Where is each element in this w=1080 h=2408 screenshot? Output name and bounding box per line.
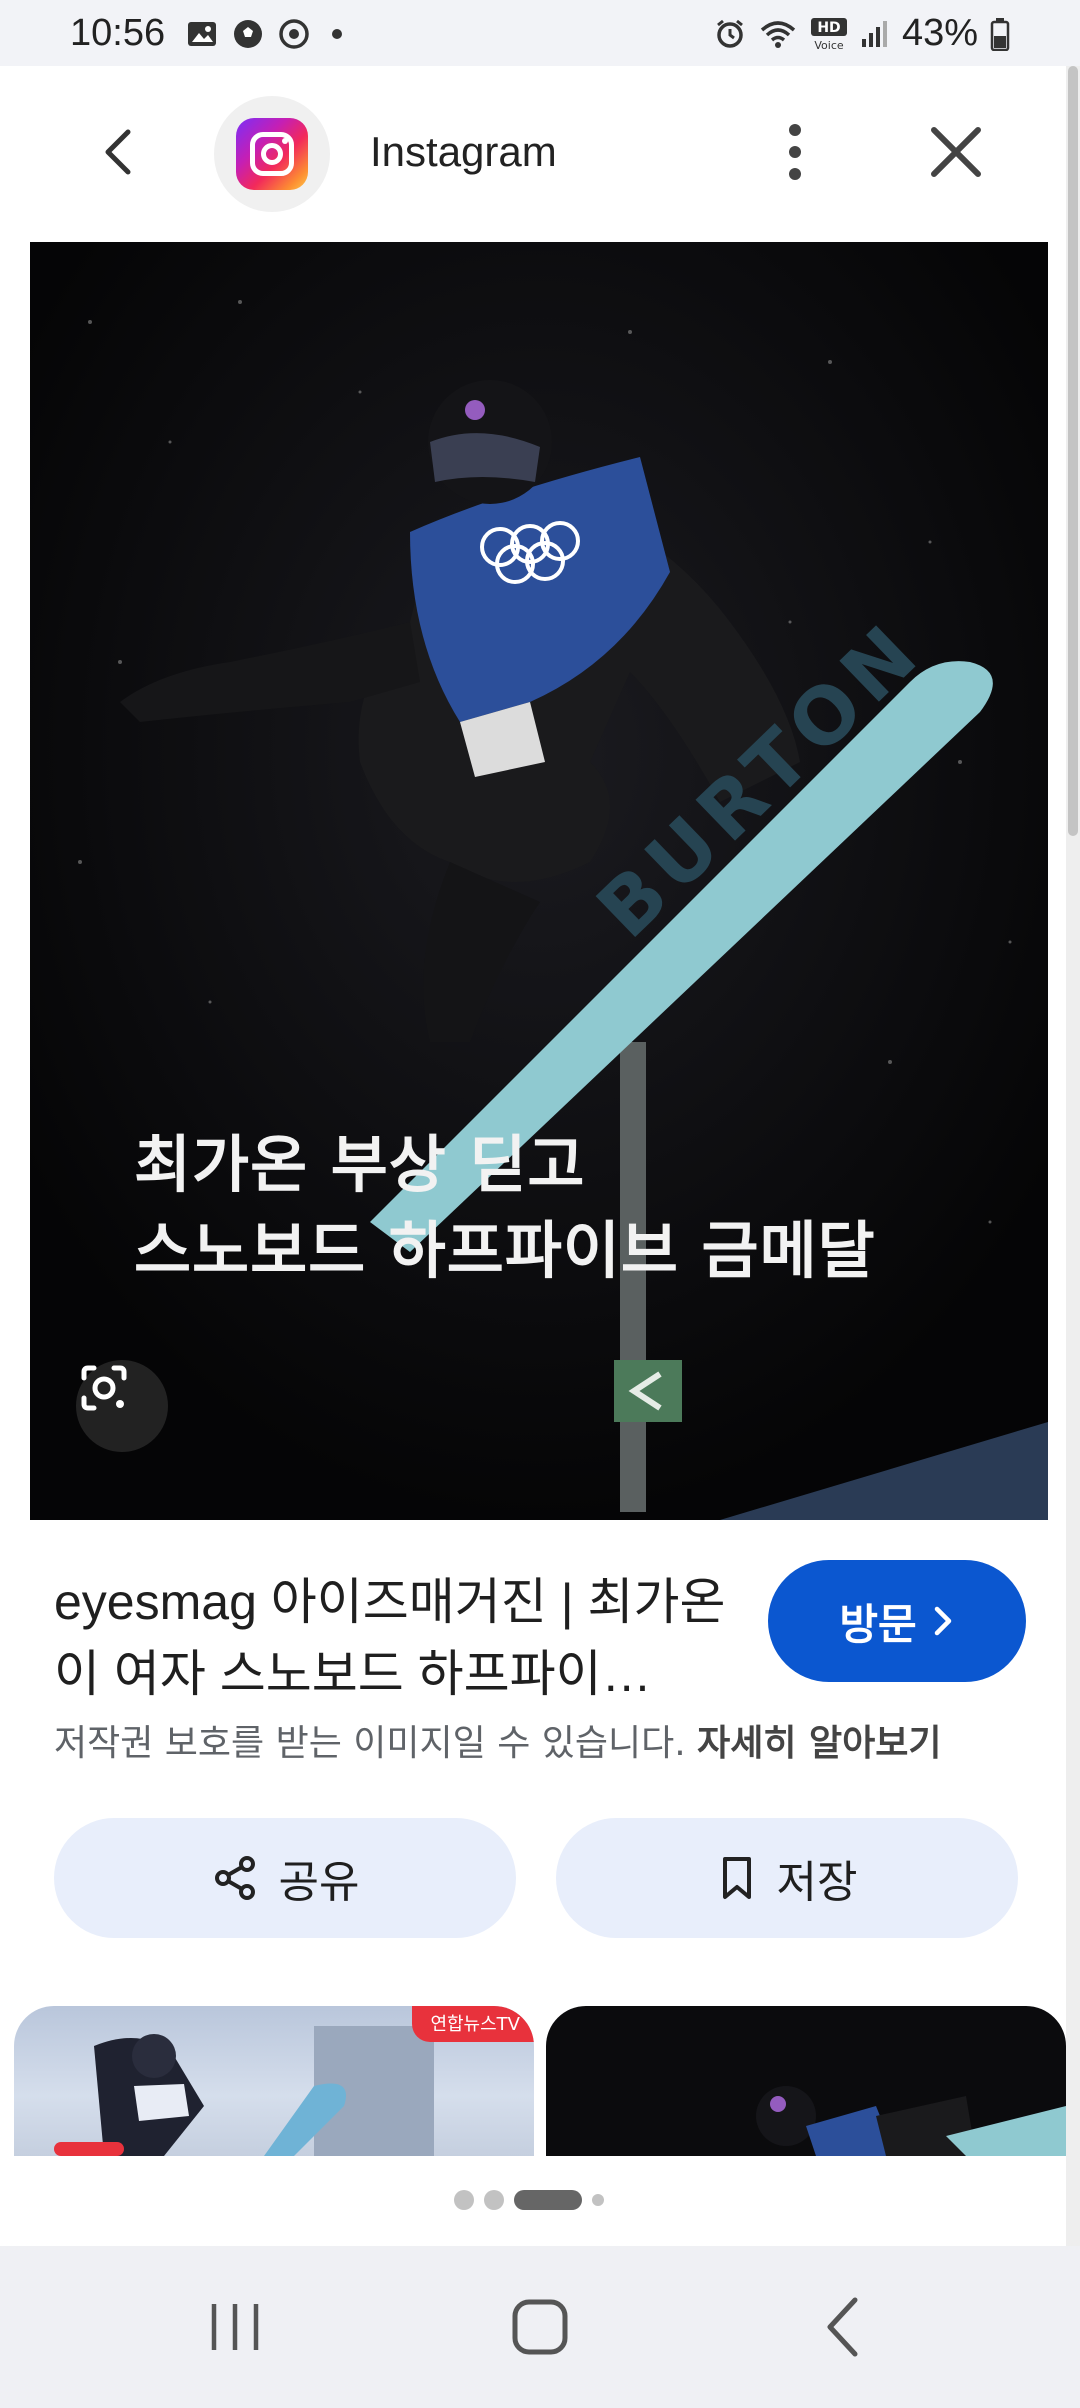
- more-vert-icon[interactable]: [770, 120, 820, 184]
- notification-icons: [186, 18, 342, 50]
- snowboarder-photo: BURTON: [30, 242, 1048, 1520]
- hd-label: HD: [817, 20, 840, 36]
- back-nav-icon[interactable]: [810, 2292, 880, 2362]
- instagram-logo-icon: [236, 118, 308, 190]
- gallery-icon: [188, 22, 216, 46]
- scrollbar-thumb[interactable]: [1068, 66, 1078, 836]
- source-badge: 연합뉴스TV: [412, 2006, 534, 2042]
- dot-icon: [332, 29, 342, 39]
- battery-icon: [990, 17, 1010, 51]
- status-bar: 10:56 HD Voice 43%: [0, 0, 1080, 66]
- instagram-notif-icon: [279, 19, 309, 49]
- share-icon: [214, 1856, 255, 1900]
- page-indicator: [454, 2190, 604, 2210]
- alarm-icon: [717, 19, 743, 48]
- chevron-right-icon: [934, 1606, 951, 1636]
- learn-more-link[interactable]: 자세히 알아보기: [697, 1723, 941, 1764]
- system-nav-bar: [0, 2246, 1080, 2408]
- caption-line-2: 스노보드 하프파이브 금메달: [134, 1214, 876, 1287]
- share-label: 공유: [278, 1857, 360, 1908]
- google-lens-button[interactable]: [76, 1360, 168, 1452]
- page-dot[interactable]: [454, 2190, 474, 2210]
- source-title[interactable]: eyesmag 아이즈매거진 | 최가온이 여자 스노보드 하프파이…: [54, 1566, 734, 1710]
- copyright-text: 저작권 보호를 받는 이미지일 수 있습니다.: [54, 1723, 686, 1764]
- voice-label: Voice: [814, 39, 844, 51]
- visit-label: 방문: [839, 1599, 917, 1649]
- caption-line-1: 최가온 부상 딛고: [134, 1128, 586, 1201]
- related-image-2[interactable]: [546, 2006, 1066, 2156]
- hd-voice-icon: HD Voice: [810, 17, 847, 51]
- copyright-notice: 저작권 보호를 받는 이미지일 수 있습니다. 자세히 알아보기: [54, 1714, 942, 1766]
- page-dot[interactable]: [592, 2194, 604, 2206]
- page-dot-active[interactable]: [514, 2190, 582, 2210]
- related-photo-2: [756, 2086, 1066, 2156]
- battery-percent: 43%: [901, 12, 978, 54]
- signal-icon: [861, 20, 887, 47]
- share-button[interactable]: 공유: [54, 1818, 516, 1938]
- save-label: 저장: [776, 1857, 858, 1908]
- header: Instagram: [0, 66, 1066, 242]
- recent-apps-icon[interactable]: [200, 2292, 270, 2362]
- status-time: 10:56: [70, 12, 166, 54]
- wifi-icon: [760, 20, 796, 48]
- header-title: Instagram: [370, 128, 557, 175]
- save-button[interactable]: 저장: [556, 1818, 1018, 1938]
- home-icon[interactable]: [505, 2292, 575, 2362]
- image-caption: 최가온 부상 딛고 스노보드 하프파이브 금메달: [134, 1122, 876, 1294]
- related-image-1[interactable]: 연합뉴스TV: [14, 2006, 534, 2156]
- page-dot[interactable]: [484, 2190, 504, 2210]
- google-lens-icon: [81, 1365, 127, 1411]
- main-image[interactable]: BURTON 최가온 부상 딛고 스노보드 하프파이브 금메달: [30, 242, 1048, 1520]
- bookmark-icon: [722, 1857, 751, 1899]
- close-icon[interactable]: [924, 120, 988, 184]
- status-right-icons: HD Voice 43%: [714, 12, 1010, 55]
- back-button[interactable]: [90, 122, 150, 182]
- visit-button[interactable]: 방문: [768, 1560, 1026, 1682]
- instagram-app-icon: [214, 96, 330, 212]
- soccer-icon: [234, 20, 262, 48]
